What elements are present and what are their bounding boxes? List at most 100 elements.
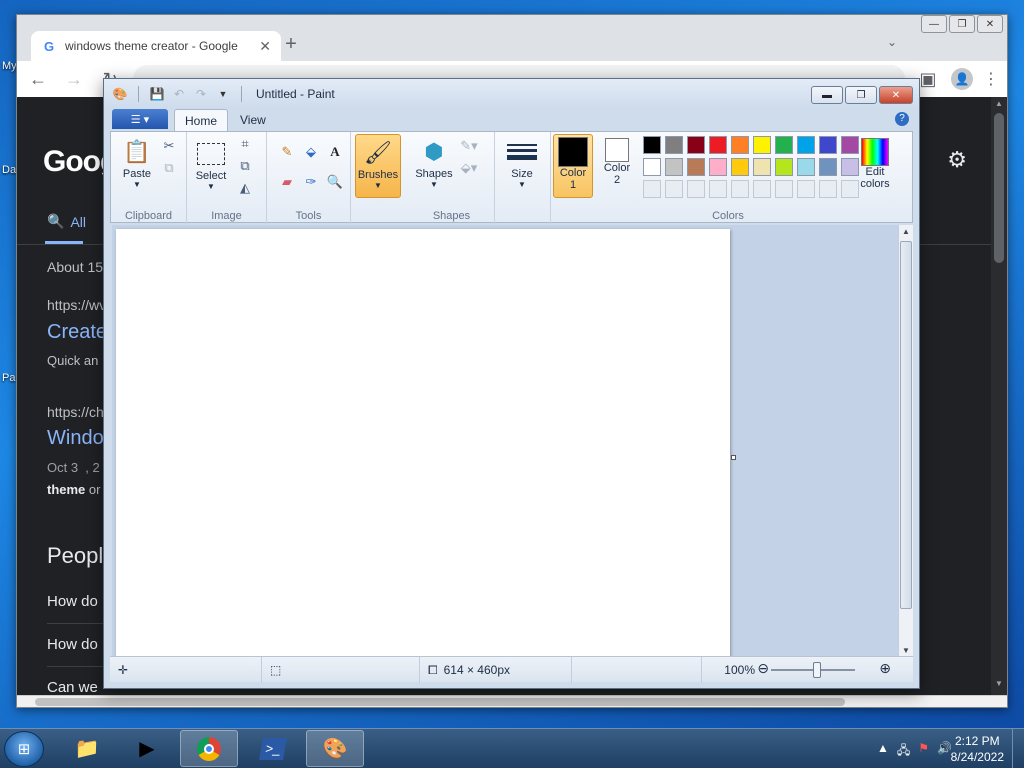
explorer-taskbar-button[interactable]: 📁: [58, 730, 116, 767]
palette-color-swatch[interactable]: [775, 158, 793, 176]
close-tab-icon[interactable]: ✕: [259, 38, 271, 55]
palette-color-swatch[interactable]: [665, 136, 683, 154]
palette-color-swatch[interactable]: [709, 136, 727, 154]
search-tab-all[interactable]: 🔍 All: [47, 213, 86, 230]
custom-color-slot[interactable]: [819, 180, 837, 198]
color2-button[interactable]: Color 2: [597, 138, 637, 186]
powershell-taskbar-button[interactable]: >_: [244, 730, 302, 767]
palette-color-swatch[interactable]: [687, 136, 705, 154]
custom-color-slot[interactable]: [775, 180, 793, 198]
page-vertical-scrollbar[interactable]: ▲ ▼: [991, 97, 1007, 695]
copy-icon[interactable]: ⧉: [159, 158, 179, 178]
redo-icon[interactable]: ↷: [193, 86, 209, 102]
tab-home[interactable]: Home: [174, 109, 229, 131]
minimize-button[interactable]: —: [921, 15, 947, 33]
palette-color-swatch[interactable]: [819, 158, 837, 176]
paint-title-bar[interactable]: 🎨 💾 ↶ ↷ ▼ Untitled - Paint ▬ ❐ ✕: [104, 79, 919, 109]
save-icon[interactable]: 💾: [149, 86, 165, 102]
settings-gear-icon[interactable]: ⚙: [947, 147, 967, 173]
palette-color-swatch[interactable]: [687, 158, 705, 176]
palette-color-swatch[interactable]: [753, 136, 771, 154]
minimize-button[interactable]: ▬: [811, 86, 843, 104]
rotate-icon[interactable]: ◭: [235, 178, 255, 198]
outline-icon[interactable]: ✎▾: [459, 136, 479, 156]
question-item[interactable]: Can we: [47, 679, 98, 695]
paint-taskbar-button[interactable]: 🎨: [306, 730, 364, 767]
maximize-button[interactable]: ❐: [949, 15, 975, 33]
help-icon[interactable]: ?: [895, 112, 909, 126]
paint-menu-button[interactable]: ☰ ▾: [112, 109, 168, 129]
zoom-in-icon[interactable]: ⊕: [879, 660, 891, 677]
scroll-down-icon[interactable]: ▼: [899, 646, 913, 655]
question-item[interactable]: How do: [47, 593, 98, 610]
magnifier-icon[interactable]: 🔍: [325, 172, 345, 192]
show-desktop-button[interactable]: [1012, 729, 1024, 768]
custom-color-slot[interactable]: [643, 180, 661, 198]
tab-search-chevron-icon[interactable]: ⌄: [887, 35, 897, 49]
start-button[interactable]: ⊞: [4, 731, 44, 767]
pencil-icon[interactable]: ✎: [277, 142, 297, 162]
quick-access-dropdown-icon[interactable]: ▼: [215, 86, 231, 102]
scrollbar-thumb[interactable]: [900, 241, 912, 609]
custom-color-slot[interactable]: [731, 180, 749, 198]
result-title-link[interactable]: Create: [47, 321, 107, 344]
close-button[interactable]: ✕: [879, 86, 913, 104]
clock[interactable]: 2:12 PM 8/24/2022: [951, 733, 1004, 765]
edit-colors-button[interactable]: Edit colors: [853, 138, 897, 190]
tab-view[interactable]: View: [230, 109, 276, 131]
network-icon[interactable]: 🖧: [897, 741, 910, 762]
chrome-taskbar-button[interactable]: [180, 730, 238, 767]
palette-color-swatch[interactable]: [731, 136, 749, 154]
text-tool-icon[interactable]: A: [325, 142, 345, 162]
color-picker-icon[interactable]: ✑: [301, 172, 321, 192]
maximize-button[interactable]: ❐: [845, 86, 877, 104]
select-button[interactable]: Select ▼: [193, 138, 229, 191]
crop-icon[interactable]: ⌗: [235, 134, 255, 154]
custom-color-slot[interactable]: [665, 180, 683, 198]
color1-button[interactable]: Color 1: [553, 134, 593, 198]
cut-icon[interactable]: ✂: [159, 136, 179, 156]
action-center-flag-icon[interactable]: ⚑: [918, 741, 929, 762]
scrollbar-thumb[interactable]: [994, 113, 1004, 263]
undo-icon[interactable]: ↶: [171, 86, 187, 102]
fill-bucket-icon[interactable]: ⬙: [301, 142, 321, 162]
palette-color-swatch[interactable]: [753, 158, 771, 176]
media-player-taskbar-button[interactable]: ▶: [118, 730, 176, 767]
result-title-link[interactable]: Windo: [47, 427, 104, 450]
question-item[interactable]: How do: [47, 636, 98, 653]
size-button[interactable]: Size ▼: [503, 136, 541, 189]
eraser-icon[interactable]: ▰: [277, 172, 297, 192]
palette-color-swatch[interactable]: [643, 136, 661, 154]
brushes-button[interactable]: 🖌 Brushes ▼: [355, 134, 401, 198]
close-button[interactable]: ✕: [977, 15, 1003, 33]
browser-tab[interactable]: G windows theme creator - Google ✕: [31, 31, 281, 61]
scroll-up-icon[interactable]: ▲: [991, 99, 1007, 113]
back-button[interactable]: ←: [25, 66, 51, 92]
drawing-canvas[interactable]: [116, 229, 730, 657]
scroll-down-icon[interactable]: ▼: [991, 679, 1007, 693]
resize-icon[interactable]: ⧉: [235, 156, 255, 176]
palette-color-swatch[interactable]: [775, 136, 793, 154]
palette-color-swatch[interactable]: [665, 158, 683, 176]
palette-color-swatch[interactable]: [709, 158, 727, 176]
canvas-vertical-scrollbar[interactable]: ▲ ▼: [898, 225, 913, 657]
palette-color-swatch[interactable]: [643, 158, 661, 176]
palette-color-swatch[interactable]: [731, 158, 749, 176]
profile-avatar[interactable]: 👤: [951, 68, 973, 90]
palette-color-swatch[interactable]: [797, 136, 815, 154]
scrollbar-thumb[interactable]: [35, 698, 845, 706]
zoom-out-icon[interactable]: ⊖: [757, 660, 769, 677]
custom-color-slot[interactable]: [797, 180, 815, 198]
paste-button[interactable]: 📋 Paste ▼: [117, 136, 157, 189]
page-horizontal-scrollbar[interactable]: [17, 695, 1007, 707]
custom-color-slot[interactable]: [709, 180, 727, 198]
new-tab-button[interactable]: +: [279, 33, 303, 56]
fill-icon[interactable]: ⬙▾: [459, 158, 479, 178]
palette-color-swatch[interactable]: [819, 136, 837, 154]
chrome-menu-icon[interactable]: ⋮: [983, 69, 999, 89]
shapes-button[interactable]: ⬢ Shapes ▼: [413, 136, 455, 189]
scroll-up-icon[interactable]: ▲: [899, 227, 913, 236]
zoom-slider-thumb[interactable]: [813, 662, 821, 678]
paint-app-icon[interactable]: 🎨: [112, 86, 128, 102]
canvas-resize-handle[interactable]: [731, 455, 736, 460]
